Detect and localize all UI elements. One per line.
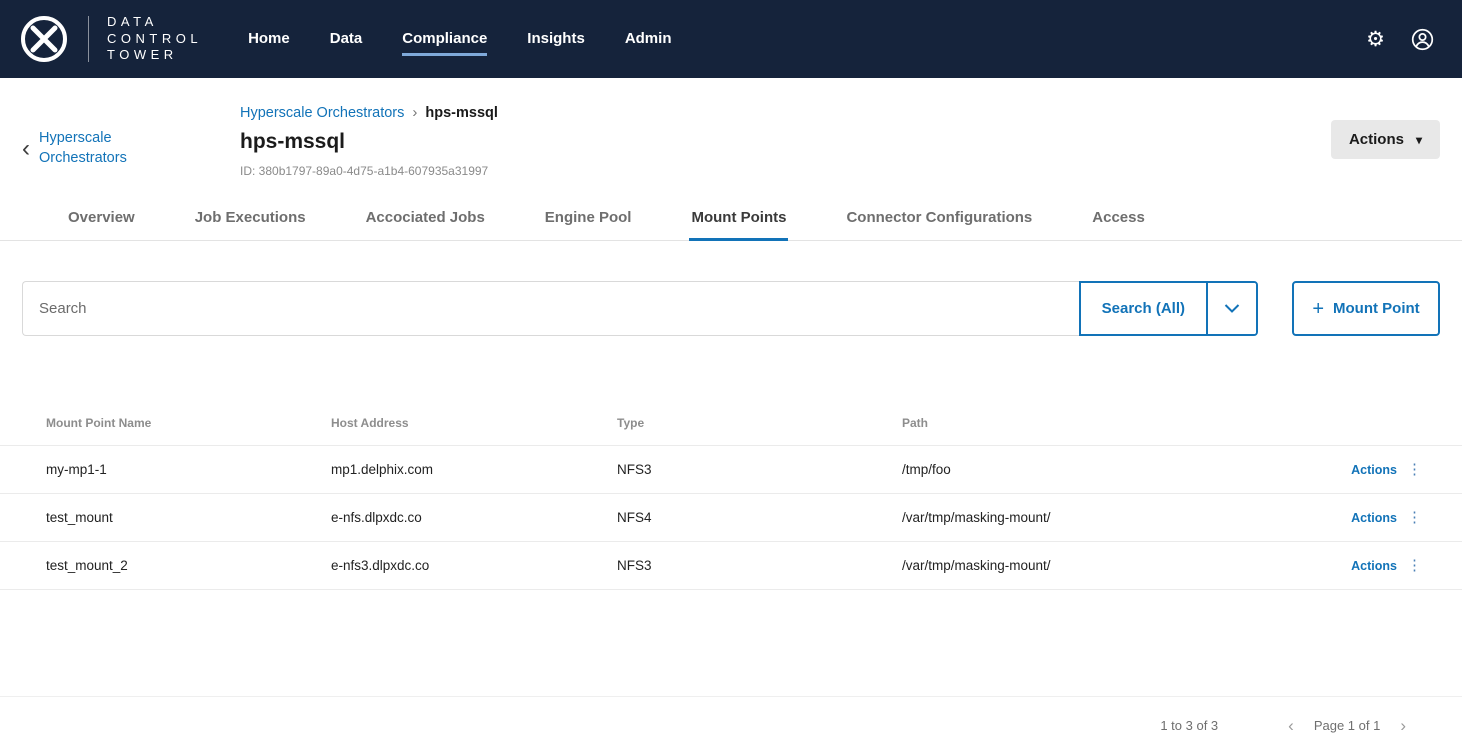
cell-path: /tmp/foo [902, 462, 1302, 477]
nav-item-home[interactable]: Home [248, 22, 290, 56]
column-header-path: Path [902, 416, 1302, 430]
mount-points-table: Mount Point Name Host Address Type Path … [0, 400, 1462, 590]
nav-item-compliance[interactable]: Compliance [402, 22, 487, 56]
dct-logo-icon [14, 14, 74, 64]
row-actions: Actions ⋮ [1351, 510, 1422, 525]
pagination-page: Page 1 of 1 [1314, 718, 1381, 733]
kebab-menu-icon[interactable]: ⋮ [1407, 558, 1422, 573]
previous-page-icon[interactable]: ‹ [1284, 717, 1298, 734]
row-actions-link[interactable]: Actions [1351, 463, 1397, 477]
main-nav: Home Data Compliance Insights Admin [248, 22, 671, 56]
table-row: my-mp1-1 mp1.delphix.com NFS3 /tmp/foo A… [0, 446, 1462, 494]
search-all-button[interactable]: Search (All) [1081, 283, 1206, 334]
cell-host-address: mp1.delphix.com [331, 462, 617, 477]
brand-divider [88, 16, 89, 62]
add-mount-point-label: Mount Point [1333, 300, 1420, 317]
pagination-bar: 1 to 3 of 3 ‹ Page 1 of 1 › [0, 696, 1462, 750]
brand-logo[interactable]: DATA CONTROL TOWER [14, 14, 202, 65]
back-link[interactable]: ‹ Hyperscale Orchestrators [22, 120, 240, 178]
next-page-icon[interactable]: › [1396, 717, 1410, 734]
breadcrumb-separator-icon: › [412, 104, 417, 121]
top-navigation-bar: DATA CONTROL TOWER Home Data Compliance … [0, 0, 1462, 78]
tab-connector-configurations[interactable]: Connector Configurations [844, 194, 1034, 241]
breadcrumb-parent-link[interactable]: Hyperscale Orchestrators [240, 105, 404, 121]
page-header: ‹ Hyperscale Orchestrators Hyperscale Or… [0, 78, 1462, 178]
cell-type: NFS3 [617, 558, 902, 573]
topbar-right: ⚙ [1366, 28, 1434, 51]
breadcrumb-current: hps-mssql [425, 105, 498, 121]
row-actions-link[interactable]: Actions [1351, 511, 1397, 525]
cell-path: /var/tmp/masking-mount/ [902, 558, 1302, 573]
row-actions: Actions ⋮ [1351, 462, 1422, 477]
search-scope-dropdown[interactable] [1206, 283, 1256, 334]
cell-path: /var/tmp/masking-mount/ [902, 510, 1302, 525]
tab-access[interactable]: Access [1090, 194, 1147, 241]
plus-icon: + [1312, 299, 1324, 319]
table-row: test_mount_2 e-nfs3.dlpxdc.co NFS3 /var/… [0, 542, 1462, 590]
orchestrator-id: ID: 380b1797-89a0-4d75-a1b4-607935a31997 [240, 164, 498, 178]
column-header-type: Type [617, 416, 902, 430]
row-actions: Actions ⋮ [1351, 558, 1422, 573]
caret-down-icon: ▾ [1416, 133, 1422, 147]
search-input[interactable] [22, 281, 1079, 336]
kebab-menu-icon[interactable]: ⋮ [1407, 462, 1422, 477]
nav-item-insights[interactable]: Insights [527, 22, 585, 56]
cell-mount-point-name: my-mp1-1 [46, 462, 331, 477]
table-header-row: Mount Point Name Host Address Type Path [0, 400, 1462, 446]
tab-accociated-jobs[interactable]: Accociated Jobs [364, 194, 487, 241]
cell-mount-point-name: test_mount_2 [46, 558, 331, 573]
table-row: test_mount e-nfs.dlpxdc.co NFS4 /var/tmp… [0, 494, 1462, 542]
back-link-label: Hyperscale Orchestrators [39, 129, 149, 168]
cell-mount-point-name: test_mount [46, 510, 331, 525]
user-account-icon[interactable] [1411, 28, 1434, 51]
cell-type: NFS4 [617, 510, 902, 525]
tab-job-executions[interactable]: Job Executions [193, 194, 308, 241]
kebab-menu-icon[interactable]: ⋮ [1407, 510, 1422, 525]
tab-mount-points[interactable]: Mount Points [689, 194, 788, 241]
cell-host-address: e-nfs.dlpxdc.co [331, 510, 617, 525]
search-toolbar: Search (All) + Mount Point [22, 281, 1440, 336]
column-header-mount-point-name: Mount Point Name [46, 416, 331, 430]
actions-button-label: Actions [1349, 131, 1404, 148]
tab-engine-pool[interactable]: Engine Pool [543, 194, 634, 241]
cell-type: NFS3 [617, 462, 902, 477]
back-chevron-icon: ‹ [22, 137, 30, 161]
chevron-down-icon [1224, 304, 1240, 313]
nav-item-admin[interactable]: Admin [625, 22, 672, 56]
row-actions-link[interactable]: Actions [1351, 559, 1397, 573]
column-header-host-address: Host Address [331, 416, 617, 430]
add-mount-point-button[interactable]: + Mount Point [1292, 281, 1440, 336]
title-block: Hyperscale Orchestrators › hps-mssql hps… [240, 104, 498, 178]
cell-host-address: e-nfs3.dlpxdc.co [331, 558, 617, 573]
settings-gear-icon[interactable]: ⚙ [1366, 29, 1385, 50]
page-title: hps-mssql [240, 130, 498, 154]
nav-item-data[interactable]: Data [330, 22, 363, 56]
actions-button[interactable]: Actions ▾ [1331, 120, 1440, 159]
search-button-group: Search (All) [1079, 281, 1258, 336]
tab-bar: Overview Job Executions Accociated Jobs … [0, 194, 1462, 241]
breadcrumb: Hyperscale Orchestrators › hps-mssql [240, 104, 498, 121]
tab-overview[interactable]: Overview [66, 194, 137, 241]
brand-wordmark: DATA CONTROL TOWER [107, 14, 202, 65]
pagination-range: 1 to 3 of 3 [1160, 718, 1218, 733]
